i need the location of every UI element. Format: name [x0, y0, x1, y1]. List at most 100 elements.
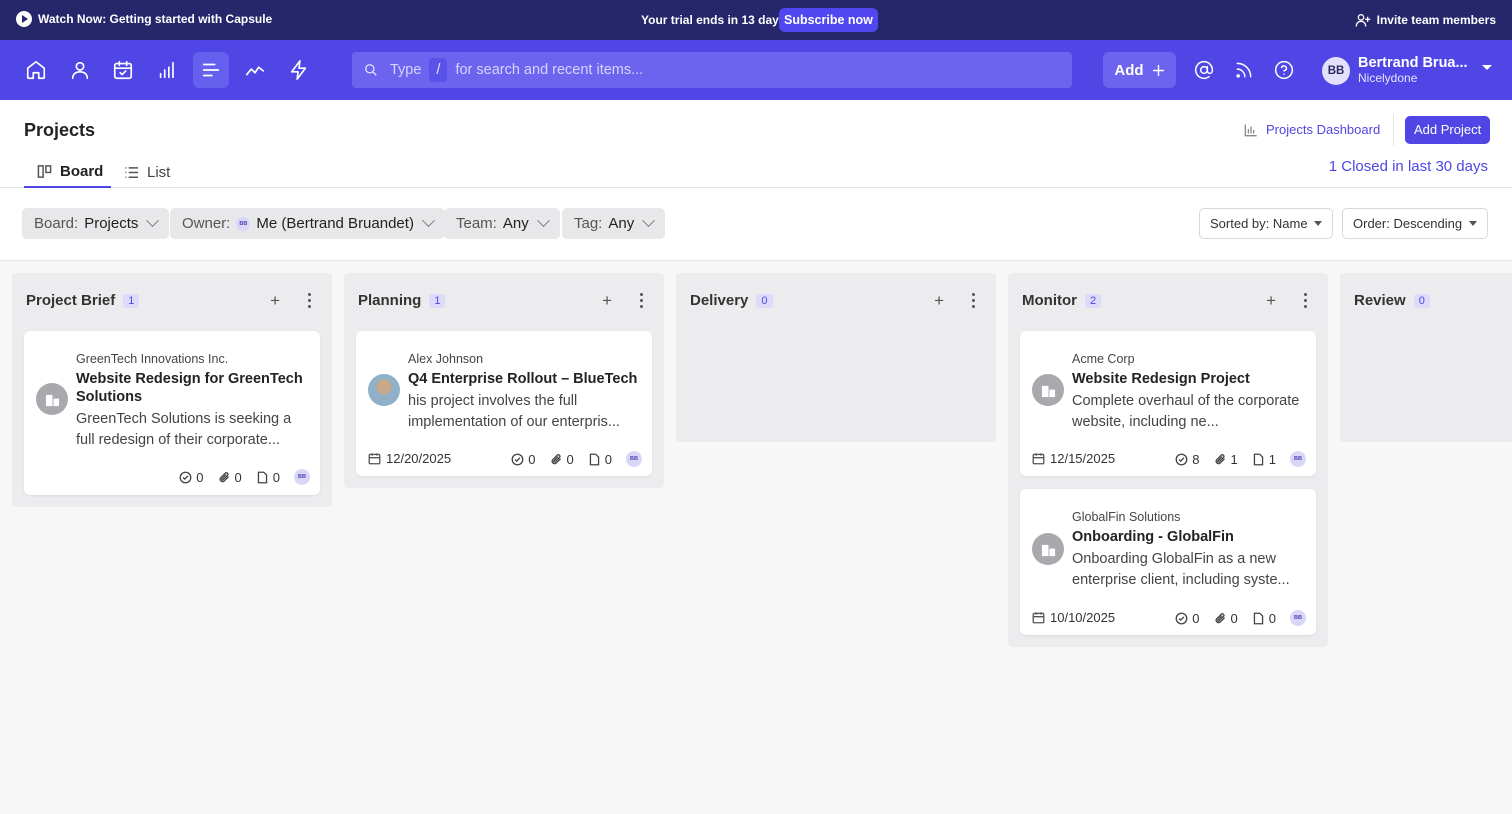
- nav-sales[interactable]: [149, 52, 185, 88]
- card-description: Complete overhaul of the corporate websi…: [1072, 393, 1300, 430]
- feed-button[interactable]: [1234, 60, 1254, 80]
- company-avatar: [1032, 533, 1064, 565]
- owner-filter-value: Me (Bertrand Bruandet): [256, 215, 414, 232]
- task-count: 0: [528, 451, 536, 467]
- sort-select[interactable]: Sorted by: Name: [1199, 208, 1333, 239]
- calendar-icon: [368, 453, 381, 465]
- document-icon: [589, 453, 599, 465]
- closed-projects-link[interactable]: 1 Closed in last 30 days: [1329, 158, 1488, 175]
- card-description: his project involves the full implementa…: [408, 393, 620, 430]
- file-count: 0: [1230, 610, 1238, 626]
- more-vertical-icon[interactable]: [308, 293, 312, 309]
- check-circle-icon: [1175, 453, 1188, 465]
- owner-avatar: BB: [236, 216, 251, 231]
- column-count-badge: 0: [756, 293, 773, 308]
- add-card-button[interactable]: +: [1266, 291, 1276, 311]
- nav-workflow[interactable]: [281, 52, 317, 88]
- project-card[interactable]: Acme Corp Website Redesign Project Compl…: [1020, 331, 1316, 476]
- calendar-icon: [1032, 453, 1045, 465]
- lightning-icon: [290, 60, 307, 80]
- add-card-button[interactable]: +: [270, 291, 280, 311]
- trend-line-icon: [245, 66, 265, 76]
- card-stats: 0 0 0 BB: [511, 451, 642, 467]
- check-circle-icon: [1175, 612, 1188, 624]
- more-vertical-icon[interactable]: [972, 293, 976, 309]
- search-placeholder-suffix: for search and recent items...: [455, 62, 644, 78]
- order-select[interactable]: Order: Descending: [1342, 208, 1488, 239]
- nav-reports[interactable]: [237, 52, 273, 88]
- add-project-button[interactable]: Add Project: [1405, 116, 1491, 144]
- building-icon: [1041, 544, 1055, 556]
- note-count: 0: [604, 451, 612, 467]
- board-column: Delivery 0 +: [676, 273, 996, 442]
- invite-team-button[interactable]: Invite team members: [1355, 12, 1496, 28]
- document-icon: [1253, 453, 1263, 465]
- user-org: Nicelydone: [1358, 71, 1418, 85]
- card-stats: 0 0 0 BB: [1175, 610, 1306, 626]
- tab-board-label: Board: [60, 162, 104, 180]
- card-title[interactable]: Website Redesign Project: [1072, 370, 1304, 388]
- team-filter[interactable]: Team: Any: [444, 208, 560, 239]
- owner-filter[interactable]: Owner: BB Me (Bertrand Bruandet): [170, 208, 445, 239]
- board-filter[interactable]: Board: Projects: [22, 208, 170, 239]
- column-header: Monitor 2: [1022, 292, 1102, 309]
- board-column: Planning 1 + Alex Johnson Q4 Enterprise …: [344, 273, 664, 488]
- column-header: Review 0: [1354, 292, 1430, 309]
- column-count-badge: 1: [123, 293, 140, 308]
- more-vertical-icon[interactable]: [1304, 293, 1308, 309]
- add-button[interactable]: Add: [1103, 52, 1176, 88]
- project-card[interactable]: GreenTech Innovations Inc. Website Redes…: [24, 331, 320, 495]
- nav-projects[interactable]: [193, 52, 229, 88]
- search-shortcut-key: /: [429, 58, 448, 82]
- invite-label: Invite team members: [1376, 13, 1496, 27]
- add-card-button[interactable]: +: [602, 291, 612, 311]
- card-title[interactable]: Website Redesign for GreenTech Solutions: [76, 370, 308, 406]
- help-button[interactable]: [1274, 60, 1294, 80]
- card-date-value: 12/15/2025: [1050, 451, 1116, 466]
- file-count: 0: [566, 451, 574, 467]
- calendar-check-icon: [113, 60, 133, 80]
- owner-filter-key: Owner:: [182, 215, 231, 232]
- chevron-down-icon: [642, 214, 656, 228]
- more-vertical-icon[interactable]: [640, 293, 644, 309]
- watch-now-link[interactable]: Watch Now: Getting started with Capsule: [16, 11, 272, 27]
- add-card-button[interactable]: +: [934, 291, 944, 311]
- card-company: Acme Corp: [1072, 352, 1135, 366]
- project-card[interactable]: Alex Johnson Q4 Enterprise Rollout – Blu…: [356, 331, 652, 476]
- owner-avatar: BB: [294, 469, 310, 485]
- card-stats: 0 0 0 BB: [179, 469, 310, 485]
- note-count: 0: [272, 469, 280, 485]
- nav-calendar[interactable]: [105, 52, 141, 88]
- nav-home[interactable]: [18, 52, 54, 88]
- column-title: Planning: [358, 292, 422, 309]
- column-count-badge: 2: [1084, 293, 1102, 308]
- company-avatar: [36, 383, 68, 415]
- tab-board[interactable]: Board: [24, 156, 111, 188]
- search-input[interactable]: Type / for search and recent items...: [352, 52, 1072, 88]
- card-stats: 8 1 1 BB: [1175, 451, 1306, 467]
- mentions-button[interactable]: [1194, 60, 1214, 80]
- user-names: Bertrand Brua... Nicelydone: [1358, 55, 1468, 86]
- nav-people[interactable]: [62, 52, 98, 88]
- column-header: Delivery 0: [690, 292, 773, 309]
- task-count: 0: [196, 469, 204, 485]
- projects-dashboard-label: Projects Dashboard: [1266, 122, 1381, 137]
- tab-list[interactable]: List: [124, 156, 170, 188]
- filter-bar: Board: Projects Owner: BB Me (Bertrand B…: [0, 188, 1512, 261]
- subscribe-button[interactable]: Subscribe now: [779, 8, 878, 32]
- card-title[interactable]: Onboarding - GlobalFin: [1072, 528, 1304, 546]
- card-date: 12/15/2025: [1032, 451, 1115, 466]
- projects-dashboard-link[interactable]: Projects Dashboard: [1244, 122, 1380, 137]
- card-title[interactable]: Q4 Enterprise Rollout – BlueTech: [408, 370, 640, 388]
- plus-icon: [1152, 64, 1164, 76]
- watch-now-label: Watch Now: Getting started with Capsule: [38, 12, 273, 26]
- check-circle-icon: [179, 471, 192, 483]
- note-count: 1: [1268, 451, 1276, 467]
- tag-filter[interactable]: Tag: Any: [562, 208, 666, 239]
- column-header: Planning 1: [358, 292, 446, 309]
- user-menu[interactable]: BB Bertrand Brua... Nicelydone: [1322, 55, 1492, 86]
- column-title: Review: [1354, 292, 1406, 309]
- board-column: Review 0: [1340, 273, 1512, 442]
- project-card[interactable]: GlobalFin Solutions Onboarding - GlobalF…: [1020, 489, 1316, 635]
- task-count: 0: [1192, 610, 1200, 626]
